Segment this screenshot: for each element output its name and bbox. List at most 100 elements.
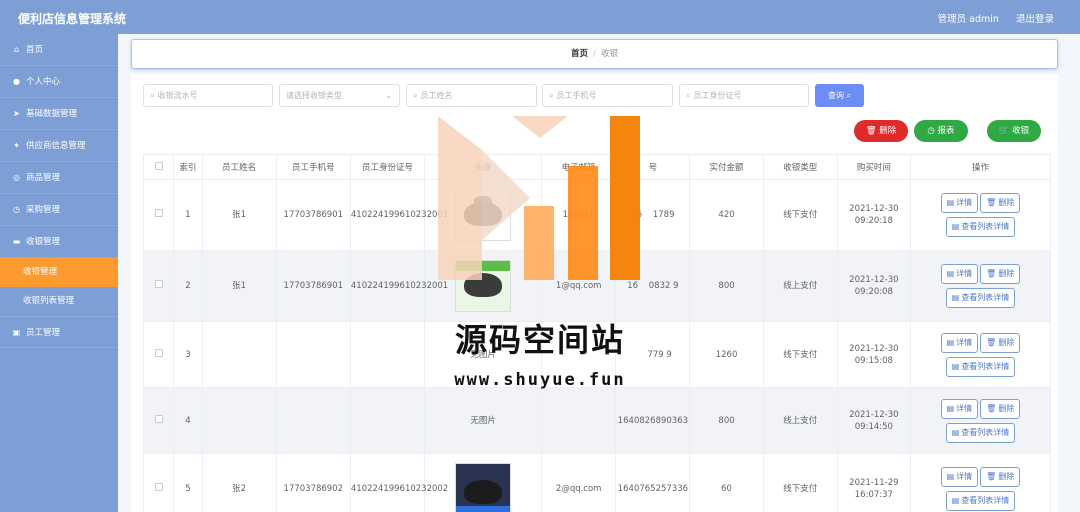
trash-icon: 🗑 — [986, 269, 997, 278]
cell-operations: ▤ 详情 🗑 删除 ▤ 查看列表详情 — [909, 321, 1052, 388]
header-time: 购买时间 — [836, 154, 911, 180]
query-button[interactable]: 查询 ⌕ — [815, 84, 864, 107]
cell-name: 张2 — [201, 453, 277, 512]
doc-icon: ▤ — [946, 269, 955, 278]
header-idcard: 员工身份证号 — [349, 154, 426, 180]
product-image[interactable] — [455, 463, 512, 512]
cell-time: 2021-12-30 09:20:08 — [836, 250, 911, 322]
name-search-input[interactable]: ⌕ 员工姓名 — [406, 84, 537, 107]
product-image[interactable] — [455, 189, 512, 241]
list-detail-button[interactable]: ▤ 查看列表详情 — [945, 422, 1016, 443]
list-detail-button[interactable]: ▤ 查看列表详情 — [945, 288, 1016, 308]
serial-search-input[interactable]: ⌕ 收银流水号 — [143, 84, 273, 107]
header-type: 收银类型 — [762, 154, 838, 180]
cell-idcard: 410224199610232002 — [349, 453, 448, 512]
staff-icon: ▣ — [12, 328, 21, 337]
list-detail-button[interactable]: ▤ 查看列表详情 — [945, 356, 1016, 377]
cell-serial: 779 9 — [615, 321, 691, 388]
type-select[interactable]: 请选择收银类型 ⌄ — [279, 84, 400, 107]
trash-icon: 🗑 — [865, 126, 877, 136]
breadcrumb: 首页 / 收银 — [131, 39, 1058, 69]
content-panel: ⌕ 收银流水号 请选择收银类型 ⌄ ⌕ 员工姓名 ⌕ 员工手机号 ⌕ 员工身份证号 查询 … — [131, 74, 1058, 512]
detail-button[interactable]: ▤ 详情 — [940, 332, 979, 353]
sidebar-item-purchase[interactable]: ◷ 采购管理 — [0, 194, 118, 226]
detail-button[interactable]: ▤ 详情 — [940, 193, 979, 213]
sidebar-item-basic-data[interactable]: ➤ 基础数据管理 — [0, 98, 118, 130]
sidebar: ⌂ 首页 ● 个人中心 ➤ 基础数据管理 ✦ 供应商信息管理 ◎ 商品管理 ◷ 采购管理 ▬… — [0, 34, 118, 512]
user-icon: ● — [13, 77, 20, 86]
doc-icon: ▤ — [946, 403, 955, 413]
idcard-search-input[interactable]: ⌕ 员工身份证号 — [679, 84, 809, 107]
delete-button[interactable]: 🗑 删除 — [980, 332, 1021, 353]
doc-icon: ▤ — [946, 198, 955, 207]
cell-serial: 1640765257336 — [615, 453, 691, 512]
admin-user-label[interactable]: 管理员 admin — [938, 14, 999, 25]
detail-button[interactable]: ▤ 详情 — [940, 264, 979, 284]
row-checkbox[interactable] — [142, 387, 175, 454]
cell-serial: 16 1789 — [615, 179, 691, 251]
doc-icon: ▤ — [951, 427, 960, 437]
sidebar-item-home[interactable]: ⌂ 首页 — [0, 34, 118, 66]
cell-idcard — [349, 321, 426, 388]
header-operations: 操作 — [909, 154, 1052, 180]
search-icon: ⌕ — [413, 91, 418, 100]
delete-button[interactable]: 🗑 删除 — [980, 467, 1021, 487]
search-icon: ⌕ — [150, 91, 155, 100]
cashier-icon: ▬ — [12, 237, 21, 246]
cell-time: 2021-12-30 09:14:50 — [836, 387, 911, 454]
breadcrumb-home[interactable]: 首页 — [571, 49, 588, 59]
cell-avatar — [424, 453, 543, 512]
detail-button[interactable]: ▤ 详情 — [940, 398, 979, 419]
cell-avatar: 无图片 — [424, 387, 543, 454]
select-all-checkbox[interactable] — [142, 154, 175, 180]
header-index: 索引 — [173, 154, 203, 180]
row-checkbox[interactable] — [142, 321, 175, 388]
sidebar-subitem-cashier[interactable]: 收银管理 — [0, 258, 118, 287]
header-phone: 员工手机号 — [275, 154, 351, 180]
report-button[interactable]: ◷ 报表 — [914, 120, 968, 142]
trash-icon: 🗑 — [986, 198, 997, 207]
sidebar-item-staff[interactable]: ▣ 员工管理 — [0, 316, 118, 348]
search-icon: ⌕ — [549, 91, 554, 100]
cell-serial: 16 0832 9 — [615, 250, 691, 322]
sidebar-item-supplier[interactable]: ✦ 供应商信息管理 — [0, 130, 118, 162]
product-image[interactable] — [455, 260, 512, 312]
cell-phone — [275, 321, 351, 388]
sidebar-subitem-cashier-list[interactable]: 收银列表管理 — [0, 287, 118, 316]
cell-amount: 1260 — [689, 321, 764, 388]
cell-email — [541, 387, 617, 454]
cell-phone: 17703786901 — [275, 250, 351, 322]
app-title: 便利店信息管理系统 — [18, 12, 127, 26]
search-icon: ⌕ — [686, 91, 691, 100]
list-detail-button[interactable]: ▤ 查看列表详情 — [945, 491, 1016, 511]
delete-button[interactable]: 🗑 删除 — [980, 264, 1021, 284]
phone-search-input[interactable]: ⌕ 员工手机号 — [542, 84, 673, 107]
row-checkbox[interactable] — [142, 179, 175, 251]
list-detail-button[interactable]: ▤ 查看列表详情 — [945, 217, 1016, 237]
table-row: 5 张2 17703786902 410224199610232002 2@qq… — [142, 453, 1052, 512]
batch-delete-button[interactable]: 🗑 删除 — [854, 120, 908, 142]
chevron-down-icon: ⌄ — [385, 91, 392, 100]
row-checkbox[interactable] — [142, 453, 175, 512]
cell-amount: 420 — [689, 179, 764, 251]
row-checkbox[interactable] — [142, 250, 175, 322]
checkout-button[interactable]: 🛒 收银 — [987, 120, 1041, 142]
table-row: 4 无图片 1640826890363 800 线上支付 2021-12-30 … — [142, 387, 1052, 454]
delete-button[interactable]: 🗑 删除 — [980, 398, 1021, 419]
detail-button[interactable]: ▤ 详情 — [940, 467, 979, 487]
cell-idcard: 410224199610232001 — [349, 250, 448, 322]
breadcrumb-current: 收银 — [600, 49, 618, 59]
trash-icon: 🗑 — [986, 403, 997, 413]
logout-link[interactable]: 退出登录 — [1016, 14, 1054, 25]
cashier-table: 索引 员工姓名 员工手机号 员工身份证号 头像 电子邮箱 号 实付金额 收银类型… — [142, 154, 1052, 512]
cell-time: 2021-12-30 09:20:18 — [836, 179, 911, 251]
table-row: 3 无图片 779 9 1260 线下支付 2021-12-30 09:15:0… — [142, 321, 1052, 388]
cell-time: 2021-12-30 09:15:08 — [836, 321, 911, 388]
sidebar-item-cashier[interactable]: ▬ 收银管理 — [0, 226, 118, 258]
cell-email — [541, 321, 617, 388]
delete-button[interactable]: 🗑 删除 — [980, 193, 1021, 213]
cell-operations: ▤ 详情 🗑 删除 ▤ 查看列表详情 — [909, 453, 1052, 512]
sidebar-item-profile[interactable]: ● 个人中心 — [0, 66, 118, 98]
sidebar-item-goods[interactable]: ◎ 商品管理 — [0, 162, 118, 194]
cell-amount: 800 — [689, 250, 764, 322]
